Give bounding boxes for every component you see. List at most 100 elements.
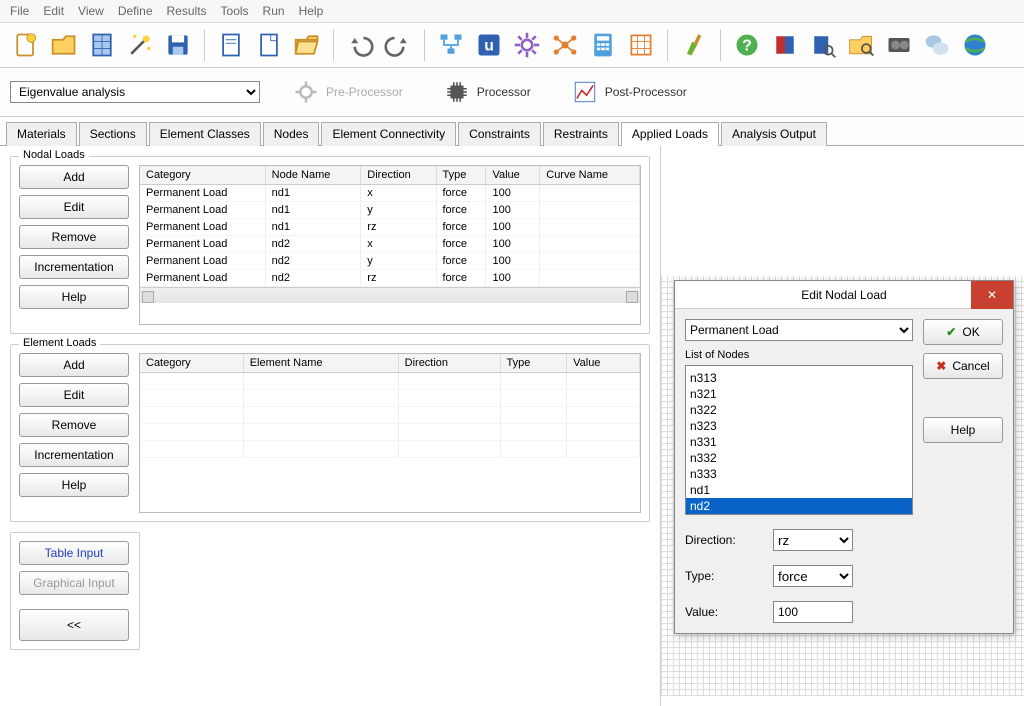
element-help-button[interactable]: Help	[19, 473, 129, 497]
nodal-remove-button[interactable]: Remove	[19, 225, 129, 249]
back-button[interactable]: <<	[19, 609, 129, 641]
undo-icon[interactable]	[344, 29, 376, 61]
menu-tools[interactable]: Tools	[221, 4, 249, 18]
tab-constraints[interactable]: Constraints	[458, 122, 541, 146]
list-item[interactable]: n323	[686, 418, 912, 434]
calculator-icon[interactable]	[587, 29, 619, 61]
help-icon[interactable]: ?	[731, 29, 763, 61]
list-item[interactable]: nd1	[686, 482, 912, 498]
redo-icon[interactable]	[382, 29, 414, 61]
tab-restraints[interactable]: Restraints	[543, 122, 619, 146]
dialog-ok-button[interactable]: ✔ OK	[923, 319, 1003, 345]
dialog-close-button[interactable]: ✕	[971, 281, 1013, 309]
open-file-icon[interactable]	[48, 29, 80, 61]
dialog-cancel-button[interactable]: ✖ Cancel	[923, 353, 1003, 379]
building-icon[interactable]	[86, 29, 118, 61]
element-loads-title: Element Loads	[19, 337, 100, 349]
molecule-icon[interactable]	[549, 29, 581, 61]
main-toolbar: u ?	[0, 23, 1024, 68]
tab-element-connectivity[interactable]: Element Connectivity	[321, 122, 456, 146]
menu-file[interactable]: File	[10, 4, 29, 18]
table-row[interactable]: Permanent Loadnd1xforce100	[140, 185, 640, 202]
table-input-button[interactable]: Table Input	[19, 541, 129, 565]
load-category-select[interactable]: Permanent Load	[685, 319, 913, 341]
list-item[interactable]: n331	[686, 434, 912, 450]
nodal-grid-hscroll[interactable]	[140, 287, 640, 303]
open-folder-icon[interactable]	[291, 29, 323, 61]
chat-icon[interactable]	[921, 29, 953, 61]
analysis-type-select[interactable]: Eigenvalue analysis	[10, 81, 260, 103]
gear-icon[interactable]	[511, 29, 543, 61]
element-loads-grid[interactable]: Category Element Name Direction Type Val…	[139, 353, 641, 513]
u-icon[interactable]: u	[473, 29, 505, 61]
processor-button[interactable]: Processor	[435, 74, 539, 110]
dialog-titlebar[interactable]: Edit Nodal Load ✕	[675, 281, 1013, 309]
new-file-icon[interactable]	[10, 29, 42, 61]
globe-icon[interactable]	[959, 29, 991, 61]
nodal-add-button[interactable]: Add	[19, 165, 129, 189]
tab-materials[interactable]: Materials	[6, 122, 77, 146]
table-row[interactable]: Permanent Loadnd1yforce100	[140, 202, 640, 219]
tab-nodes[interactable]: Nodes	[263, 122, 320, 146]
table-row[interactable]: Permanent Loadnd1rzforce100	[140, 219, 640, 236]
table-row[interactable]: Permanent Loadnd2rzforce100	[140, 270, 640, 287]
grid-icon[interactable]	[625, 29, 657, 61]
nodal-incrementation-button[interactable]: Incrementation	[19, 255, 129, 279]
tab-sections[interactable]: Sections	[79, 122, 147, 146]
menu-define[interactable]: Define	[118, 4, 153, 18]
nodal-loads-grid[interactable]: Category Node Name Direction Type Value …	[139, 165, 641, 325]
table-row[interactable]: Permanent Loadnd2xforce100	[140, 236, 640, 253]
book-icon[interactable]	[769, 29, 801, 61]
graphical-input-button[interactable]: Graphical Input	[19, 571, 129, 595]
video-icon[interactable]	[883, 29, 915, 61]
folder-search-icon[interactable]	[845, 29, 877, 61]
element-remove-button[interactable]: Remove	[19, 413, 129, 437]
element-loads-group: Element Loads Add Edit Remove Incrementa…	[10, 344, 650, 522]
save-icon[interactable]	[162, 29, 194, 61]
tab-analysis-output[interactable]: Analysis Output	[721, 122, 827, 146]
post-processor-icon	[571, 78, 599, 106]
doc1-icon[interactable]	[215, 29, 247, 61]
svg-text:u: u	[484, 37, 494, 54]
processor-icon	[443, 78, 471, 106]
menu-help[interactable]: Help	[299, 4, 324, 18]
menu-results[interactable]: Results	[167, 4, 207, 18]
list-item[interactable]: nd2	[686, 498, 912, 514]
list-item[interactable]: n313	[686, 370, 912, 386]
wizard-icon[interactable]	[124, 29, 156, 61]
element-edit-button[interactable]: Edit	[19, 383, 129, 407]
direction-select[interactable]: rz	[773, 529, 853, 551]
pre-processor-button[interactable]: Pre-Processor	[284, 74, 411, 110]
book-search-icon[interactable]	[807, 29, 839, 61]
processor-bar: Eigenvalue analysis Pre-Processor Proces…	[0, 68, 1024, 117]
list-item[interactable]: n321	[686, 386, 912, 402]
nodal-help-button[interactable]: Help	[19, 285, 129, 309]
list-item[interactable]: n322	[686, 402, 912, 418]
doc2-icon[interactable]	[253, 29, 285, 61]
element-incrementation-button[interactable]: Incrementation	[19, 443, 129, 467]
tab-element-classes[interactable]: Element Classes	[149, 122, 261, 146]
tree-icon[interactable]	[435, 29, 467, 61]
list-item[interactable]: n333	[686, 466, 912, 482]
tab-applied-loads[interactable]: Applied Loads	[621, 122, 719, 146]
nodal-loads-group: Nodal Loads Add Edit Remove Incrementati…	[10, 156, 650, 334]
pre-processor-icon	[292, 78, 320, 106]
dialog-help-button[interactable]: Help	[923, 417, 1003, 443]
edit-nodal-load-dialog: Edit Nodal Load ✕ Permanent Load List of…	[674, 280, 1014, 634]
post-processor-button[interactable]: Post-Processor	[563, 74, 695, 110]
nodal-loads-title: Nodal Loads	[19, 149, 89, 161]
nodal-edit-button[interactable]: Edit	[19, 195, 129, 219]
element-add-button[interactable]: Add	[19, 353, 129, 377]
svg-text:?: ?	[742, 37, 752, 54]
type-select[interactable]: force	[773, 565, 853, 587]
value-input[interactable]: 100	[773, 601, 853, 623]
input-mode-group: Table Input Graphical Input <<	[10, 532, 140, 650]
menu-run[interactable]: Run	[263, 4, 285, 18]
menu-view[interactable]: View	[78, 4, 104, 18]
list-item[interactable]: n332	[686, 450, 912, 466]
brush-icon[interactable]	[678, 29, 710, 61]
table-row[interactable]: Permanent Loadnd2yforce100	[140, 253, 640, 270]
close-icon: ✕	[987, 288, 997, 302]
menu-edit[interactable]: Edit	[43, 4, 64, 18]
nodes-listbox[interactable]: n243n311n312n313n321n322n323n331n332n333…	[685, 365, 913, 515]
